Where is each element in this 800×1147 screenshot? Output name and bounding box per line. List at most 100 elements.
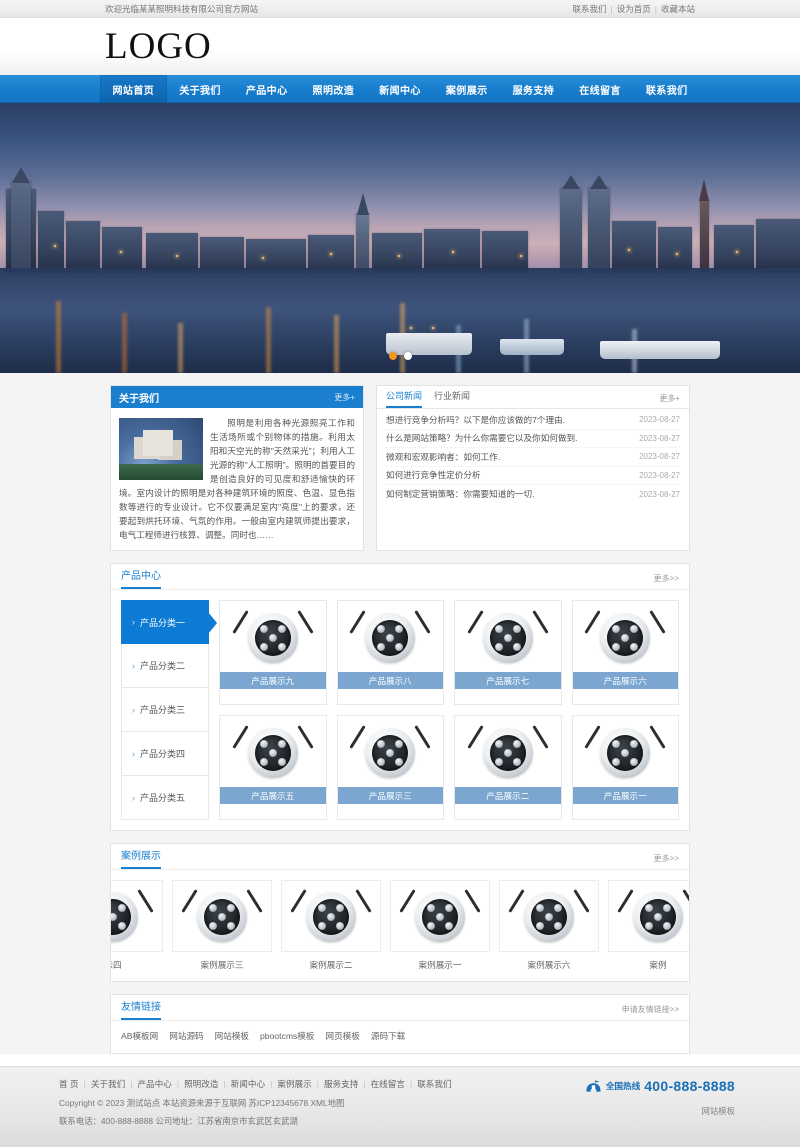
products-more-link[interactable]: 更多>> bbox=[654, 573, 679, 589]
cases-carousel[interactable]: 示四 bbox=[111, 870, 689, 981]
product-category-item-3[interactable]: › 产品分类三 bbox=[121, 688, 209, 732]
product-card[interactable]: 产品展示五 bbox=[219, 715, 327, 820]
product-card[interactable]: 产品展示三 bbox=[337, 715, 445, 820]
footer-nav-support[interactable]: 服务支持 bbox=[324, 1078, 358, 1090]
carousel-dot-1[interactable] bbox=[389, 352, 397, 360]
product-card[interactable]: 产品展示一 bbox=[572, 715, 680, 820]
cases-title: 案例展示 bbox=[121, 847, 161, 869]
case-caption: 案例展示六 bbox=[499, 952, 599, 971]
cases-more-link[interactable]: 更多>> bbox=[654, 853, 679, 869]
footer-nav-separator: | bbox=[410, 1079, 412, 1089]
hero-banner-carousel[interactable] bbox=[0, 103, 800, 373]
friendly-link-item[interactable]: pbootcms模板 bbox=[260, 1030, 314, 1042]
news-list-item[interactable]: 微观和宏观影响者：如何工作. 2023-08-27 bbox=[386, 448, 680, 467]
top-link-set-homepage[interactable]: 设为首页 bbox=[617, 3, 651, 15]
case-card[interactable]: 案例展示二 bbox=[281, 880, 381, 971]
footer-nav-products[interactable]: 产品中心 bbox=[137, 1078, 171, 1090]
downlight-icon bbox=[197, 892, 247, 942]
apply-friendly-link[interactable]: 申请友情链接>> bbox=[622, 1004, 679, 1020]
case-image bbox=[390, 880, 490, 952]
downlight-icon bbox=[365, 613, 415, 663]
nav-item-news[interactable]: 新闻中心 bbox=[367, 75, 434, 103]
news-list-item[interactable]: 如何进行竞争性定价分析 2023-08-27 bbox=[386, 467, 680, 486]
case-card[interactable]: 案例展示六 bbox=[499, 880, 599, 971]
carousel-dot-2[interactable] bbox=[404, 352, 412, 360]
product-category-item-5[interactable]: › 产品分类五 bbox=[121, 776, 209, 820]
cases-section: 案例展示 更多>> bbox=[110, 843, 690, 982]
case-card[interactable]: 案例展示三 bbox=[172, 880, 272, 971]
telephone-icon bbox=[585, 1079, 602, 1093]
footer-nav-lighting-retrofit[interactable]: 照明改造 bbox=[184, 1078, 218, 1090]
product-card[interactable]: 产品展示八 bbox=[337, 600, 445, 705]
news-list-item[interactable]: 如何制定营销策略：你需要知道的一切. 2023-08-27 bbox=[386, 485, 680, 504]
product-image bbox=[573, 716, 679, 787]
news-item-title: 如何进行竞争性定价分析 bbox=[386, 469, 481, 481]
news-list-item[interactable]: 什么是网站策略？为什么你需要它以及你如何做到. 2023-08-27 bbox=[386, 430, 680, 449]
footer-nav-home[interactable]: 首 页 bbox=[59, 1078, 79, 1090]
case-card[interactable]: 案例展示一 bbox=[390, 880, 490, 971]
products-section: 产品中心 更多>> › 产品分类一 › 产品分类二 › 产品分类三 bbox=[110, 563, 690, 831]
downlight-icon bbox=[600, 613, 650, 663]
header-band: LOGO bbox=[0, 18, 800, 75]
main-nav: 网站首页 关于我们 产品中心 照明改造 新闻中心 案例展示 服务支持 在线留言 … bbox=[0, 75, 800, 103]
chevron-right-icon: › bbox=[132, 705, 135, 715]
chevron-right-icon: › bbox=[132, 793, 135, 803]
product-image bbox=[338, 716, 444, 787]
tab-company-news[interactable]: 公司新闻 bbox=[386, 389, 422, 408]
carousel-indicators[interactable] bbox=[0, 352, 800, 360]
case-caption: 案例展示三 bbox=[172, 952, 272, 971]
nav-item-cases[interactable]: 案例展示 bbox=[433, 75, 500, 103]
product-category-label: 产品分类五 bbox=[140, 791, 185, 804]
downlight-icon bbox=[483, 728, 533, 778]
product-card[interactable]: 产品展示九 bbox=[219, 600, 327, 705]
case-caption: 示四 bbox=[111, 952, 163, 971]
product-category-item-4[interactable]: › 产品分类四 bbox=[121, 732, 209, 776]
friendly-link-item[interactable]: 网站模板 bbox=[215, 1030, 249, 1042]
top-link-bookmark[interactable]: 收藏本站 bbox=[661, 3, 695, 15]
nav-item-about[interactable]: 关于我们 bbox=[167, 75, 234, 103]
product-category-item-2[interactable]: › 产品分类二 bbox=[121, 644, 209, 688]
nav-item-support[interactable]: 服务支持 bbox=[500, 75, 567, 103]
footer-nav-contact[interactable]: 联系我们 bbox=[417, 1078, 451, 1090]
chevron-right-icon: › bbox=[132, 749, 135, 759]
nav-item-home[interactable]: 网站首页 bbox=[100, 75, 167, 103]
case-card[interactable]: 示四 bbox=[111, 880, 163, 971]
footer-nav-about[interactable]: 关于我们 bbox=[91, 1078, 125, 1090]
footer-copyright: Copyright © 2023 测试站点 本站资源来源于互联网 苏ICP123… bbox=[59, 1097, 452, 1109]
site-logo[interactable]: LOGO bbox=[105, 28, 695, 65]
product-card[interactable]: 产品展示六 bbox=[572, 600, 680, 705]
footer-nav-separator: | bbox=[177, 1079, 179, 1089]
product-category-label: 产品分类一 bbox=[140, 616, 185, 629]
about-more-link[interactable]: 更多+ bbox=[334, 392, 355, 403]
friendly-link-item[interactable]: 源码下载 bbox=[371, 1030, 405, 1042]
news-item-date: 2023-08-27 bbox=[639, 452, 680, 461]
tab-industry-news[interactable]: 行业新闻 bbox=[434, 389, 470, 408]
news-item-date: 2023-08-27 bbox=[639, 434, 680, 443]
nav-item-products[interactable]: 产品中心 bbox=[233, 75, 300, 103]
products-title: 产品中心 bbox=[121, 567, 161, 589]
news-list-item[interactable]: 想进行竞争分析吗？以下是你应该做的7个理由. 2023-08-27 bbox=[386, 411, 680, 430]
downlight-icon bbox=[415, 892, 465, 942]
product-card[interactable]: 产品展示二 bbox=[454, 715, 562, 820]
footer-nav-cases[interactable]: 案例展示 bbox=[277, 1078, 311, 1090]
product-category-list: › 产品分类一 › 产品分类二 › 产品分类三 › 产品分类四 bbox=[121, 600, 209, 820]
nav-item-contact[interactable]: 联系我们 bbox=[633, 75, 700, 103]
product-card[interactable]: 产品展示七 bbox=[454, 600, 562, 705]
friendly-link-item[interactable]: 网页模板 bbox=[325, 1030, 359, 1042]
news-more-link[interactable]: 更多+ bbox=[659, 393, 680, 408]
case-card[interactable]: 案例 bbox=[608, 880, 689, 971]
top-link-contact[interactable]: 联系我们 bbox=[573, 3, 607, 15]
downlight-icon bbox=[248, 613, 298, 663]
nav-item-message[interactable]: 在线留言 bbox=[567, 75, 634, 103]
friendly-link-item[interactable]: 网站源码 bbox=[169, 1030, 203, 1042]
friendly-links-list: AB模板网 网站源码 网站模板 pbootcms模板 网页模板 源码下载 bbox=[111, 1021, 689, 1053]
product-category-item-1[interactable]: › 产品分类一 bbox=[121, 600, 209, 644]
footer-nav-message[interactable]: 在线留言 bbox=[371, 1078, 405, 1090]
footer-nav-separator: | bbox=[317, 1079, 319, 1089]
downlight-icon bbox=[365, 728, 415, 778]
nav-item-lighting-retrofit[interactable]: 照明改造 bbox=[300, 75, 367, 103]
product-image bbox=[573, 601, 679, 672]
footer-nav-news[interactable]: 新闻中心 bbox=[231, 1078, 265, 1090]
friendly-link-item[interactable]: AB模板网 bbox=[121, 1030, 158, 1042]
case-image bbox=[172, 880, 272, 952]
